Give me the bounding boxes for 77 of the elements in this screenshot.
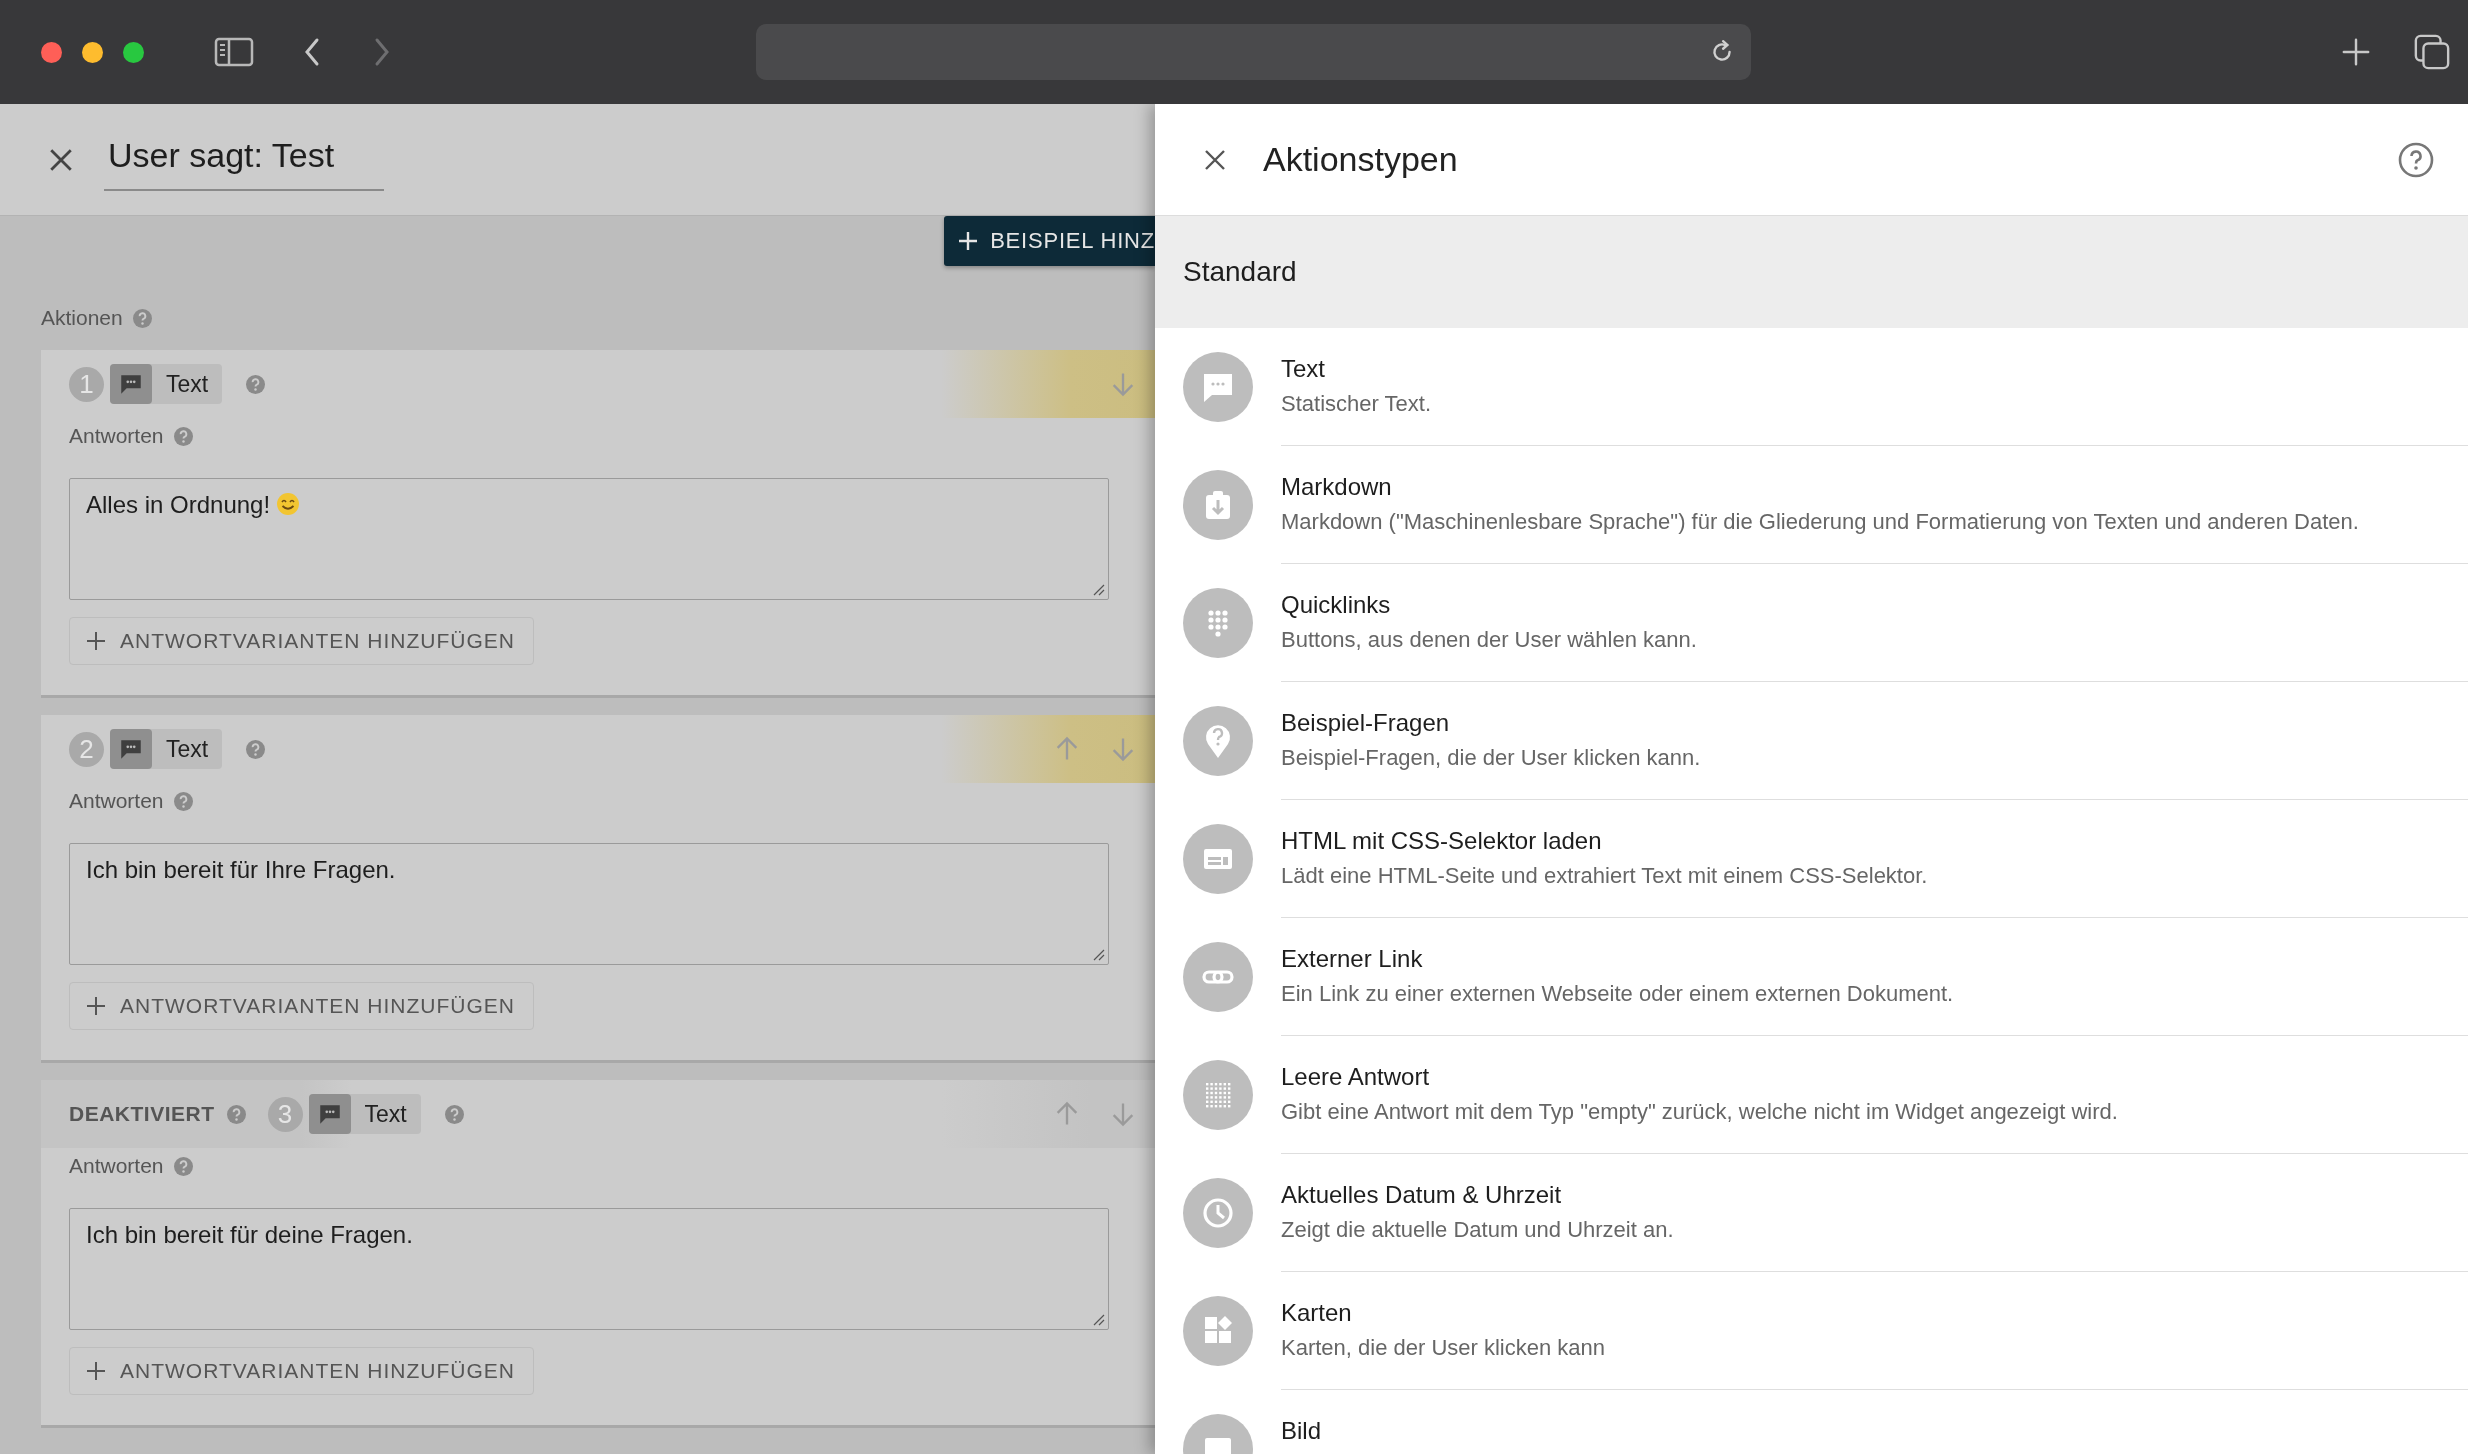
action-type-item[interactable]: Bild (1155, 1390, 2468, 1454)
help-icon[interactable] (173, 426, 193, 446)
dots-icon (1183, 588, 1253, 658)
item-title: HTML mit CSS-Selektor laden (1281, 827, 1603, 855)
item-description: Ein Link zu einer externen Webseite oder einem externen Dokument. (1281, 981, 1955, 1007)
section-title: Standard (1183, 256, 1297, 288)
pin-icon (1183, 706, 1253, 776)
item-title: Karten (1281, 1299, 1353, 1327)
add-variants-button[interactable]: ANTWORTVARIANTEN HINZUFÜGEN (69, 982, 534, 1030)
plus-icon (86, 1361, 106, 1381)
resize-handle-icon[interactable] (1093, 584, 1105, 596)
grid-icon (1183, 1060, 1253, 1130)
item-description: Gibt eine Antwort mit dem Typ "empty" zurück, welche nicht im Widget angezeigt wird. (1281, 1099, 2119, 1125)
smiley-icon (276, 492, 301, 516)
item-description: Beispiel-Fragen, die der User klicken kann. (1281, 745, 1702, 771)
item-title: Quicklinks (1281, 591, 1392, 619)
clock-icon (1183, 1178, 1253, 1248)
plus-icon (86, 996, 106, 1016)
link-icon (1183, 942, 1253, 1012)
response-field[interactable]: Alles in Ordnung! (69, 478, 1109, 600)
item-title: Externer Link (1281, 945, 1424, 973)
step-number: 2 (69, 731, 104, 767)
panel-title: Aktionstypen (1263, 140, 1458, 179)
item-title: Text (1281, 355, 1326, 383)
plus-icon (86, 631, 106, 651)
action-type-item[interactable]: Externer Link Ein Link zu einer externen Webseite oder einem externen Dokument. (1155, 918, 2468, 1036)
action-type-item[interactable]: Aktuelles Datum & Uhrzeit Zeigt die aktuelle Datum und Uhrzeit an. (1155, 1154, 2468, 1272)
sidebar-icon[interactable] (214, 36, 254, 68)
item-title: Leere Antwort (1281, 1063, 1431, 1091)
responses-label: Antworten (69, 1154, 164, 1178)
help-icon[interactable] (246, 374, 266, 394)
chat-icon (1183, 352, 1253, 422)
help-icon[interactable] (132, 308, 152, 328)
item-title: Bild (1281, 1417, 1323, 1445)
close-window-icon[interactable] (41, 41, 62, 63)
step-number: 1 (69, 366, 104, 402)
item-description: Lädt eine HTML-Seite und extrahiert Text mit einem CSS-Selektor. (1281, 863, 1929, 889)
layout-icon (1183, 824, 1253, 894)
responses-label: Antworten (69, 424, 164, 448)
close-icon[interactable] (1203, 147, 1227, 172)
item-description: Karten, die der User klicken kann (1281, 1335, 1607, 1361)
tabs-overview-icon[interactable] (2413, 33, 2451, 71)
action-type-item[interactable]: Quicklinks Buttons, aus denen der User wählen kann. (1155, 564, 2468, 682)
action-type-item[interactable]: HTML mit CSS-Selektor laden Lädt eine HTML-Seite und extrahiert Text mit einem CSS-Selektor. (1155, 800, 2468, 918)
item-description: Buttons, aus denen der User wählen kann. (1281, 627, 1698, 653)
minimize-window-icon[interactable] (82, 41, 103, 63)
plus-icon (958, 231, 979, 251)
add-variants-button[interactable]: ANTWORTVARIANTEN HINZUFÜGEN (69, 617, 534, 665)
add-example-button[interactable]: BEISPIEL HINZ (944, 216, 1155, 266)
resize-handle-icon[interactable] (1093, 949, 1105, 961)
disabled-label: DEAKTIVIERT (69, 1102, 215, 1126)
item-description: Statischer Text. (1281, 391, 1432, 417)
help-icon[interactable] (246, 739, 266, 759)
item-title: Markdown (1281, 473, 1393, 501)
item-description: Markdown ("Maschinenlesbare Sprache") für die Gliederung und Formatierung von Texten und anderen Daten. (1281, 509, 2360, 535)
action-type-item[interactable]: Text Statischer Text. (1155, 328, 2468, 446)
type-chip[interactable]: Text (110, 729, 223, 769)
item-title: Aktuelles Datum & Uhrzeit (1281, 1181, 1563, 1209)
clipboard-icon (1183, 470, 1253, 540)
type-chip[interactable]: Text (110, 364, 223, 404)
help-icon[interactable] (2398, 141, 2434, 178)
item-description: Zeigt die aktuelle Datum und Uhrzeit an. (1281, 1217, 1675, 1243)
response-field[interactable]: Ich bin bereit für Ihre Fragen. (69, 843, 1109, 965)
maximize-window-icon[interactable] (123, 41, 144, 63)
help-icon[interactable] (173, 791, 193, 811)
action-type-item[interactable]: Karten Karten, die der User klicken kann (1155, 1272, 2468, 1390)
action-type-item[interactable]: Markdown Markdown ("Maschinenlesbare Sprache") für die Gliederung und Formatierung von Texten und anderen Daten. (1155, 446, 2468, 564)
help-icon[interactable] (173, 1156, 193, 1176)
step-number: 3 (267, 1096, 303, 1132)
action-type-item[interactable]: Leere Antwort Gibt eine Antwort mit dem Typ "empty" zurück, welche nicht im Widget angezeigt wird. (1155, 1036, 2468, 1154)
responses-label: Antworten (69, 789, 164, 813)
action-type-item[interactable]: Beispiel-Fragen Beispiel-Fragen, die der User klicken kann. (1155, 682, 2468, 800)
title-field[interactable]: User sagt: Test (104, 128, 384, 191)
item-title: Beispiel-Fragen (1281, 709, 1451, 737)
actions-label: Aktionen (41, 306, 123, 330)
new-tab-icon[interactable] (2341, 37, 2371, 67)
blocks-icon (1183, 1296, 1253, 1366)
